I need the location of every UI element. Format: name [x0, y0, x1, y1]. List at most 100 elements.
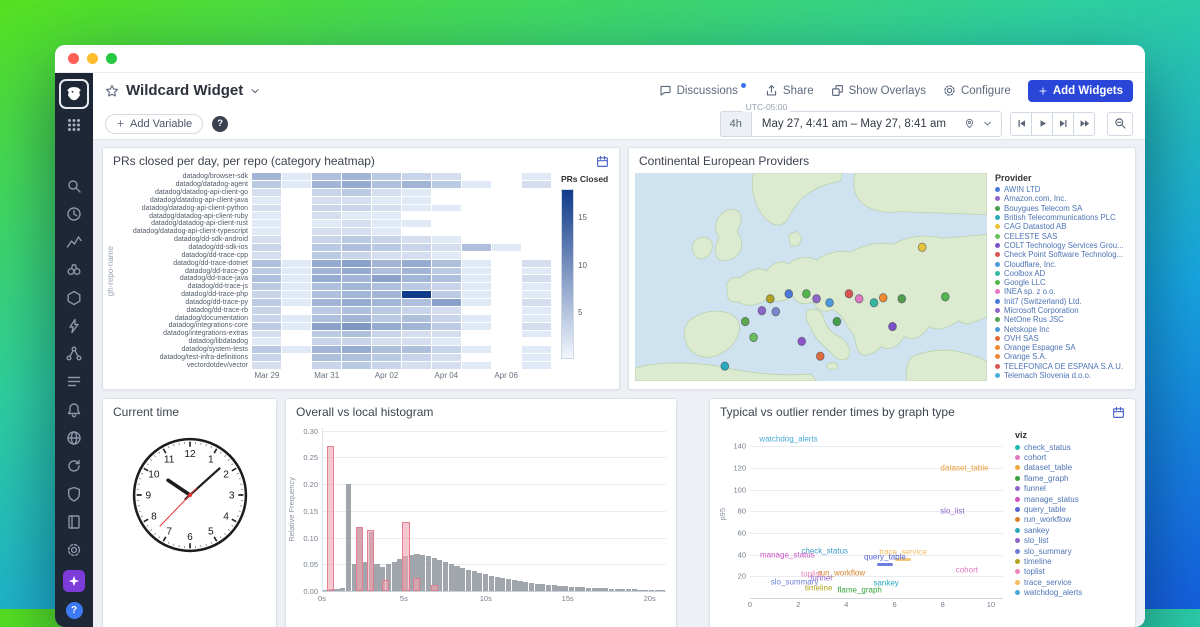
favorite-star-icon[interactable] — [105, 84, 119, 98]
heatmap-cell — [282, 291, 311, 298]
show-overlays-button[interactable]: Show Overlays — [831, 84, 926, 97]
legend-item-viz[interactable]: run_workflow — [1015, 515, 1131, 525]
legend-item-provider[interactable]: NetOne Rus JSC — [995, 315, 1127, 324]
map-point — [721, 362, 729, 370]
legend-item-viz[interactable]: sankey — [1015, 525, 1131, 535]
discussions-button[interactable]: Discussions — [659, 84, 748, 97]
time-range-picker[interactable]: UTC-05:00 4h May 27, 4:41 am – May 27, 8… — [720, 111, 1002, 137]
heatmap-cell — [492, 228, 521, 235]
share-button[interactable]: Share — [765, 84, 814, 97]
legend-item-viz[interactable]: manage_status — [1015, 494, 1131, 504]
heatmap-cell — [372, 315, 401, 322]
legend-item-viz[interactable]: watchdog_alerts — [1015, 587, 1131, 597]
legend-item-provider[interactable]: Coolbox AD — [995, 269, 1127, 278]
legend-item-provider[interactable]: COLT Technology Services Grou... — [995, 241, 1127, 250]
legend-item-viz[interactable]: trace_service — [1015, 577, 1131, 587]
monitors-icon[interactable] — [66, 402, 82, 418]
legend-item-provider[interactable]: INEA sp. z o.o. — [995, 287, 1127, 296]
legend-item-viz[interactable]: cohort — [1015, 452, 1131, 462]
logs-icon[interactable] — [66, 374, 82, 390]
notification-dot — [741, 83, 746, 88]
pin-icon[interactable] — [964, 118, 975, 129]
security-icon[interactable] — [66, 486, 82, 502]
scatter-point-label: timeline — [805, 584, 833, 593]
legend-item-provider[interactable]: Amazon.com, Inc. — [995, 194, 1127, 203]
widget-title: Continental European Providers — [639, 154, 809, 168]
metrics-icon[interactable] — [66, 234, 82, 250]
legend-item-provider[interactable]: Microsoft Corporation — [995, 306, 1127, 315]
skip-backward-button[interactable] — [1010, 112, 1032, 136]
legend-item-provider[interactable]: British Telecommunications PLC — [995, 213, 1127, 222]
legend-item-provider[interactable]: TELEFONICA DE ESPANA S.A.U. — [995, 362, 1127, 371]
title-chevron-down-icon[interactable] — [249, 85, 261, 97]
legend-item-provider[interactable]: Google LLC — [995, 278, 1127, 287]
apps-grid-icon[interactable] — [67, 118, 81, 132]
time-range-text[interactable]: May 27, 4:41 am – May 27, 8:41 am — [752, 118, 956, 130]
legend-item-viz[interactable]: timeline — [1015, 556, 1131, 566]
legend-label: flame_graph — [1024, 474, 1068, 483]
range-chevron-down-icon[interactable] — [982, 118, 993, 129]
minimize-button[interactable] — [87, 53, 98, 64]
service-map-icon[interactable] — [66, 346, 82, 362]
histogram-bar-overall — [597, 588, 602, 591]
heatmap-cell — [432, 268, 461, 275]
configure-button[interactable]: Configure — [943, 84, 1011, 97]
heatmap-cell — [522, 228, 551, 235]
infrastructure-icon[interactable] — [66, 290, 82, 306]
histogram-bar-overall — [466, 570, 471, 591]
legend-item-viz[interactable]: check_status — [1015, 442, 1131, 452]
fast-forward-button[interactable] — [1073, 112, 1095, 136]
legend-dot — [1015, 465, 1020, 470]
map-chart: Provider AWIN LTDAmazon.com, Inc.Bouygue… — [629, 171, 1135, 389]
legend-item-viz[interactable]: flame_graph — [1015, 473, 1131, 483]
legend-item-provider[interactable]: Init7 (Switzerland) Ltd. — [995, 297, 1127, 306]
legend-item-viz[interactable]: toplist — [1015, 567, 1131, 577]
zoom-out-button[interactable] — [1107, 112, 1133, 136]
step-forward-button[interactable] — [1052, 112, 1074, 136]
maximize-button[interactable] — [106, 53, 117, 64]
play-button[interactable] — [1031, 112, 1053, 136]
legend-item-viz[interactable]: slo_list — [1015, 536, 1131, 546]
settings-icon[interactable] — [66, 542, 82, 558]
time-preset-chip[interactable]: 4h — [721, 112, 752, 136]
notebooks-icon[interactable] — [66, 514, 82, 530]
help-circle-icon[interactable]: ? — [212, 116, 228, 132]
search-icon[interactable] — [66, 178, 82, 194]
legend-item-provider[interactable]: Telemach Slovenia d.o.o. — [995, 371, 1127, 380]
apm-icon[interactable] — [66, 318, 82, 334]
ci-cd-icon[interactable] — [66, 458, 82, 474]
legend-item-provider[interactable]: OVH SAS — [995, 334, 1127, 343]
heatmap-cell — [522, 189, 551, 196]
dashboard-toolbar: Add Variable ? UTC-05:00 4h May 27, 4:41… — [93, 108, 1145, 140]
watchdog-icon[interactable] — [66, 262, 82, 278]
calendar-icon[interactable] — [1112, 406, 1125, 419]
legend-item-provider[interactable]: Orange Espagne SA — [995, 343, 1127, 352]
legend-item-provider[interactable]: CAG Datastod AB — [995, 222, 1127, 231]
bits-ai-icon[interactable] — [63, 570, 85, 592]
history-icon[interactable] — [66, 206, 82, 222]
legend-item-viz[interactable]: slo_summary — [1015, 546, 1131, 556]
legend-item-provider[interactable]: AWIN LTD — [995, 185, 1127, 194]
synthetics-icon[interactable] — [66, 430, 82, 446]
legend-item-viz[interactable]: funnel — [1015, 484, 1131, 494]
legend-dot — [995, 243, 1000, 248]
legend-label: Bouygues Telecom SA — [1004, 204, 1082, 213]
help-icon[interactable]: ? — [66, 602, 83, 619]
heatmap-cell — [492, 205, 521, 212]
heatmap-cell — [282, 181, 311, 188]
legend-item-provider[interactable]: Netskope Inc — [995, 324, 1127, 333]
datadog-logo-icon[interactable] — [59, 79, 89, 109]
legend-item-provider[interactable]: Check Point Software Technolog... — [995, 250, 1127, 259]
add-widgets-button[interactable]: Add Widgets — [1028, 80, 1133, 102]
legend-item-provider[interactable]: Cloudflare, Inc. — [995, 259, 1127, 268]
heatmap-cell — [282, 354, 311, 361]
close-button[interactable] — [68, 53, 79, 64]
legend-item-provider[interactable]: Orange S.A. — [995, 352, 1127, 361]
add-variable-button[interactable]: Add Variable — [105, 114, 203, 134]
calendar-icon[interactable] — [596, 155, 609, 168]
legend-item-viz[interactable]: dataset_table — [1015, 463, 1131, 473]
legend-item-viz[interactable]: query_table — [1015, 504, 1131, 514]
legend-item-provider[interactable]: Bouygues Telecom SA — [995, 204, 1127, 213]
legend-item-provider[interactable]: CELESTE SAS — [995, 231, 1127, 240]
heatmap-cell — [402, 283, 431, 290]
